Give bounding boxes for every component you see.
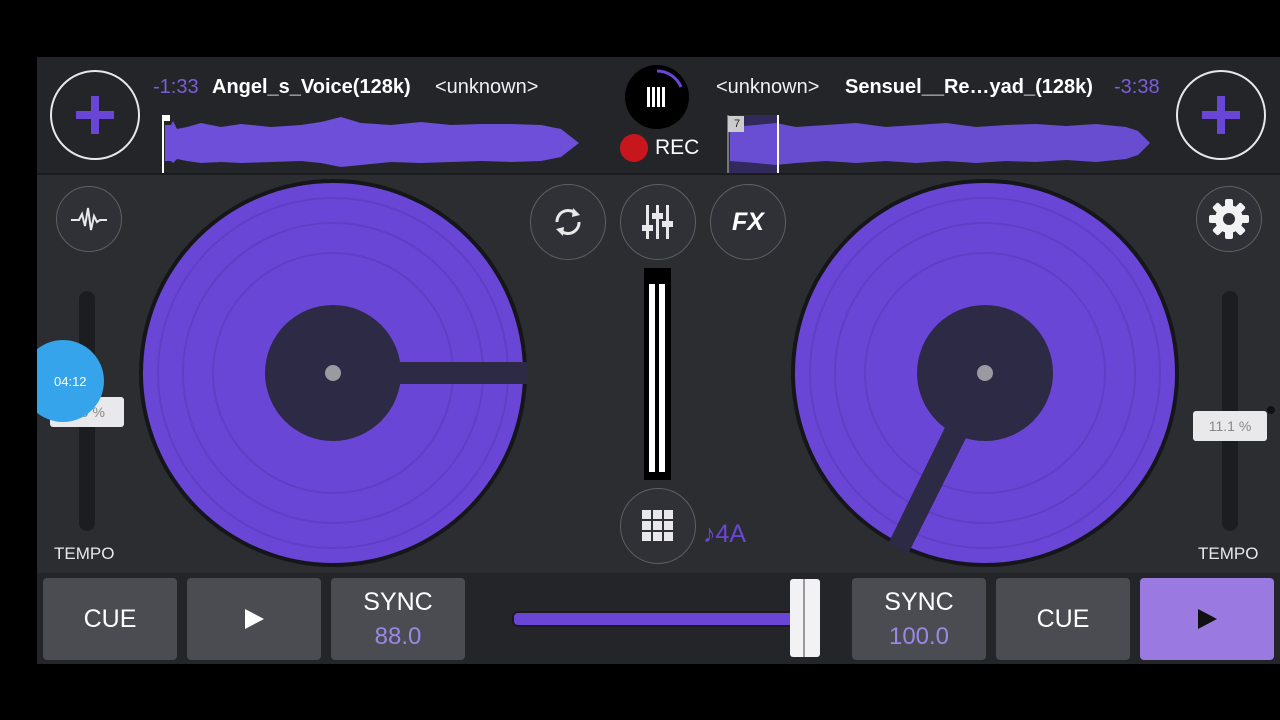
deck-b-bpm: 100.0 — [888, 622, 950, 650]
rec-button[interactable]: REC — [620, 133, 699, 163]
deck-a-add-track-button[interactable] — [50, 70, 140, 160]
crossfader[interactable] — [512, 579, 822, 657]
deck-a-play-button[interactable] — [187, 578, 321, 660]
deck-a-track-title: Angel_s_Voice(128k) — [212, 76, 411, 98]
crossfader-handle[interactable] — [790, 579, 820, 657]
rec-label: REC — [655, 136, 700, 159]
sliders-icon — [642, 205, 673, 239]
crossfader-track — [512, 611, 816, 627]
deck-b-add-track-button[interactable] — [1176, 70, 1266, 160]
volume-meter-right-bar — [659, 284, 665, 472]
fx-button[interactable]: FX — [710, 184, 786, 260]
recorder-button[interactable] — [625, 65, 689, 129]
deck-b-sync-label: SYNC — [884, 587, 954, 616]
loop-sync-button[interactable] — [530, 184, 606, 260]
gear-icon — [1209, 199, 1249, 239]
volume-meter-left-bar — [649, 284, 655, 472]
play-icon — [1198, 609, 1217, 629]
deck-a-sync-button[interactable]: SYNC 88.0 — [331, 578, 465, 660]
grid-icon — [642, 510, 673, 541]
tempo-marker-dot — [1267, 406, 1275, 414]
deck-b-artist: <unknown> — [716, 76, 820, 98]
waveform-view-button[interactable] — [56, 186, 122, 252]
deck-a-waveform[interactable] — [161, 115, 581, 173]
deck-a-cue-button[interactable]: CUE — [43, 578, 177, 660]
deck-a-cue-label: CUE — [83, 604, 137, 633]
dj-app: -1:33 Angel_s_Voice(128k) <unknown> REC … — [37, 57, 1280, 664]
pads-button[interactable] — [620, 488, 696, 564]
deck-a-sync-label: SYNC — [363, 587, 433, 616]
deck-a-tempo-label: TEMPO — [54, 544, 115, 563]
top-bar: -1:33 Angel_s_Voice(128k) <unknown> REC … — [37, 57, 1280, 175]
deck-b-tempo-value[interactable]: 11.1 % — [1193, 411, 1267, 441]
deck-a-time-remaining: -1:33 — [153, 76, 199, 98]
badge-time: 04:12 — [54, 374, 87, 389]
settings-button[interactable] — [1196, 186, 1262, 252]
deck-b-cue-marker: 7 — [733, 118, 741, 130]
plus-icon — [76, 96, 114, 134]
deck-b-waveform[interactable] — [726, 115, 1151, 173]
transport-bar: CUE SYNC 88.0 SYNC 100.0 CUE — [37, 573, 1280, 664]
deck-a-artist: <unknown> — [435, 76, 539, 98]
deck-a-bpm: 88.0 — [374, 622, 422, 650]
refresh-icon — [555, 208, 581, 236]
recorder-icon — [647, 69, 683, 107]
rec-dot-icon — [620, 134, 648, 162]
deck-a-turntable[interactable] — [136, 176, 530, 570]
play-icon — [245, 609, 264, 629]
deck-b-cue-button[interactable]: CUE — [996, 578, 1130, 660]
deck-b-time-remaining: -3:38 — [1114, 76, 1160, 98]
volume-meter — [644, 268, 671, 480]
deck-b-tempo-label: TEMPO — [1198, 544, 1259, 563]
deck-b-cue-label: CUE — [1036, 604, 1090, 633]
key-indicator: ♪4A — [703, 520, 747, 548]
deck-b-play-button[interactable] — [1140, 578, 1274, 660]
deck-b-track-title: Sensuel__Re…yad_(128k) — [845, 76, 1093, 98]
deck-b-sync-button[interactable]: SYNC 100.0 — [852, 578, 986, 660]
mixer-eq-button[interactable] — [620, 184, 696, 260]
plus-icon — [1202, 96, 1240, 134]
waveform-icon — [71, 207, 107, 231]
deck-b-turntable[interactable] — [788, 176, 1182, 570]
fx-label: FX — [732, 207, 764, 236]
